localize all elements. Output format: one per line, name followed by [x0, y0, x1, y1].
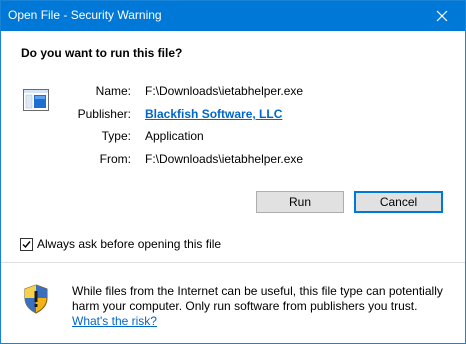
warning-line-1: While files from the Internet can be use… — [72, 284, 443, 298]
run-button-label: Run — [288, 195, 311, 209]
type-value: Application — [145, 129, 204, 143]
close-icon — [436, 10, 448, 22]
name-label: Name: — [95, 84, 131, 98]
type-label: Type: — [101, 129, 131, 143]
name-value: F:\Downloads\ietabhelper.exe — [145, 84, 304, 98]
application-file-icon — [23, 89, 49, 114]
from-value: F:\Downloads\ietabhelper.exe — [145, 152, 304, 166]
dialog-question: Do you want to run this file? — [21, 46, 183, 60]
checkmark-icon — [22, 240, 31, 248]
always-ask-label: Always ask before opening this file — [37, 237, 222, 251]
publisher-label: Publisher: — [77, 107, 131, 121]
from-label: From: — [99, 152, 131, 166]
cancel-button-label: Cancel — [379, 195, 418, 209]
close-button[interactable] — [419, 1, 465, 31]
security-shield-icon — [23, 284, 49, 317]
run-button[interactable]: Run — [256, 191, 344, 213]
warning-line-2: harm your computer. Only run software fr… — [72, 299, 418, 313]
always-ask-checkbox[interactable] — [20, 237, 33, 251]
window-title: Open File - Security Warning — [8, 8, 162, 22]
publisher-link[interactable]: Blackfish Software, LLC — [145, 107, 282, 121]
security-warning-dialog: Open File - Security Warning Do you want… — [0, 0, 466, 344]
title-bar[interactable]: Open File - Security Warning — [1, 1, 465, 31]
always-ask-option[interactable]: Always ask before opening this file — [20, 237, 221, 251]
warning-message: While files from the Internet can be use… — [72, 284, 452, 329]
cancel-button[interactable]: Cancel — [354, 191, 443, 213]
whats-the-risk-link[interactable]: What's the risk? — [72, 314, 157, 328]
